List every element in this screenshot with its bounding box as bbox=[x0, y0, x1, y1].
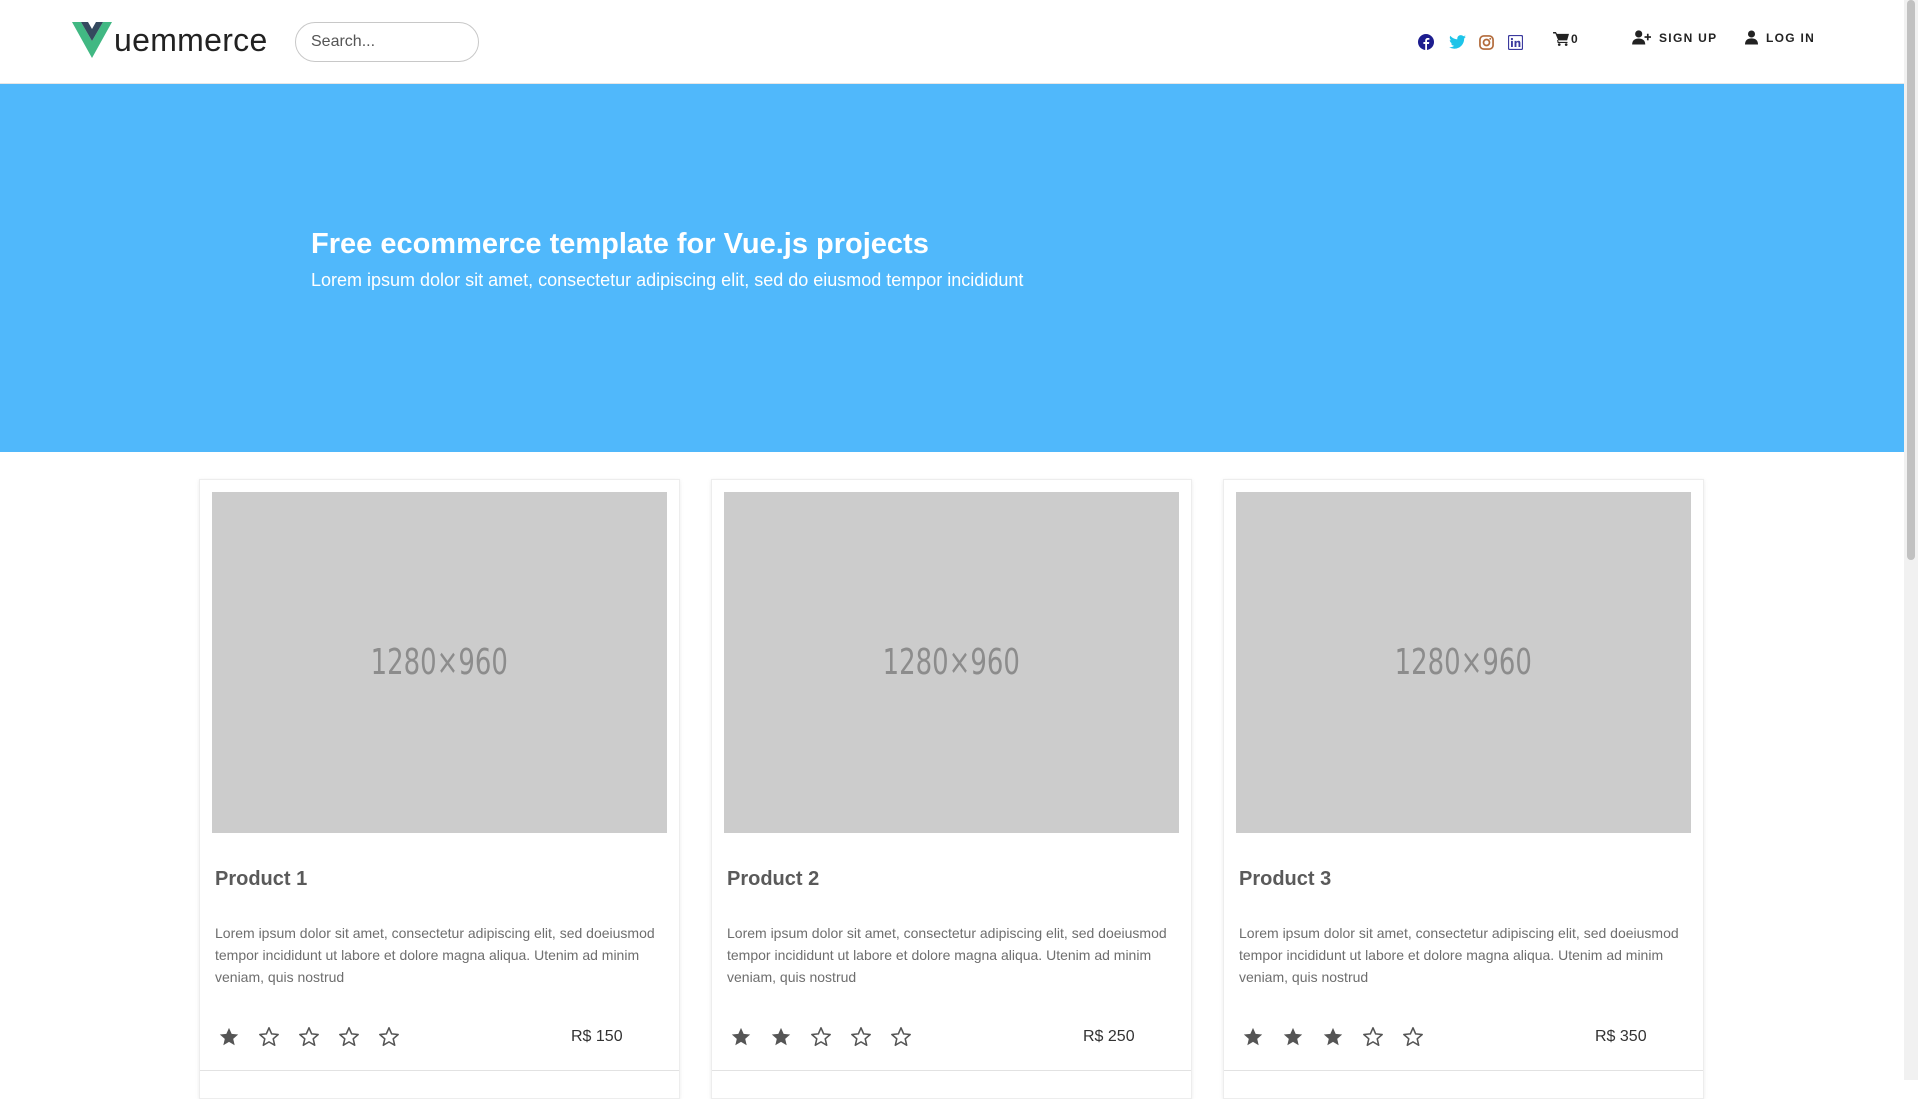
scrollbar-thumb[interactable] bbox=[1907, 0, 1915, 560]
user-icon bbox=[1745, 30, 1758, 45]
search-input[interactable] bbox=[295, 22, 479, 62]
star-outline-icon[interactable] bbox=[298, 1026, 320, 1048]
star-outline-icon[interactable] bbox=[378, 1026, 400, 1048]
star-filled-icon[interactable] bbox=[770, 1026, 792, 1048]
product-title[interactable]: Product 3 bbox=[1239, 868, 1331, 891]
product-image-label: 1280×960 bbox=[882, 642, 1021, 683]
star-rating[interactable] bbox=[730, 1026, 912, 1048]
star-outline-icon[interactable] bbox=[810, 1026, 832, 1048]
logo-text: uemmerce bbox=[114, 22, 268, 58]
product-description: Lorem ipsum dolor sit amet, consectetur … bbox=[727, 925, 1167, 985]
star-filled-icon[interactable] bbox=[1322, 1026, 1344, 1048]
sign-up-label: SIGN UP bbox=[1659, 30, 1718, 45]
star-filled-icon[interactable] bbox=[1282, 1026, 1304, 1048]
site-header: uemmerce 0 bbox=[0, 0, 1904, 84]
linkedin-icon[interactable] bbox=[1505, 32, 1525, 52]
product-description: Lorem ipsum dolor sit amet, consectetur … bbox=[215, 925, 655, 985]
star-outline-icon[interactable] bbox=[258, 1026, 280, 1048]
product-description: Lorem ipsum dolor sit amet, consectetur … bbox=[1239, 925, 1679, 985]
vue-logo-icon bbox=[72, 22, 112, 58]
sign-up-button[interactable]: SIGN UP bbox=[1632, 30, 1717, 45]
product-title[interactable]: Product 1 bbox=[215, 868, 307, 891]
star-filled-icon[interactable] bbox=[1242, 1026, 1264, 1048]
log-in-label: LOG IN bbox=[1766, 30, 1816, 45]
product-image-label: 1280×960 bbox=[1394, 642, 1533, 683]
instagram-icon[interactable] bbox=[1476, 32, 1496, 52]
product-price: R$ 150 bbox=[571, 1028, 623, 1045]
twitter-icon[interactable] bbox=[1447, 32, 1467, 52]
card-divider bbox=[200, 1070, 679, 1071]
star-outline-icon[interactable] bbox=[338, 1026, 360, 1048]
star-outline-icon[interactable] bbox=[1402, 1026, 1424, 1048]
cart-button[interactable]: 0 bbox=[1553, 31, 1578, 46]
facebook-icon[interactable] bbox=[1416, 32, 1436, 52]
cart-count: 0 bbox=[1571, 31, 1578, 46]
star-rating[interactable] bbox=[1242, 1026, 1424, 1048]
cart-icon bbox=[1553, 31, 1569, 46]
product-card[interactable]: 1280×960 Product 2 Lorem ipsum dolor sit… bbox=[711, 479, 1192, 1099]
product-image-label: 1280×960 bbox=[370, 642, 509, 683]
star-filled-icon[interactable] bbox=[218, 1026, 240, 1048]
page-scrollbar[interactable] bbox=[1904, 0, 1918, 1080]
product-card[interactable]: 1280×960 Product 1 Lorem ipsum dolor sit… bbox=[199, 479, 680, 1099]
card-divider bbox=[712, 1070, 1191, 1071]
product-image-placeholder[interactable]: 1280×960 bbox=[1236, 492, 1691, 833]
product-price: R$ 250 bbox=[1083, 1028, 1135, 1045]
star-outline-icon[interactable] bbox=[850, 1026, 872, 1048]
hero-subtitle: Lorem ipsum dolor sit amet, consectetur … bbox=[311, 270, 1024, 290]
star-rating[interactable] bbox=[218, 1026, 400, 1048]
hero-title: Free ecommerce template for Vue.js proje… bbox=[311, 228, 929, 260]
product-price: R$ 350 bbox=[1595, 1028, 1647, 1045]
log-in-button[interactable]: LOG IN bbox=[1745, 30, 1815, 45]
star-outline-icon[interactable] bbox=[890, 1026, 912, 1048]
product-title[interactable]: Product 2 bbox=[727, 868, 819, 891]
card-divider bbox=[1224, 1070, 1703, 1071]
add-user-icon bbox=[1632, 30, 1651, 45]
star-filled-icon[interactable] bbox=[730, 1026, 752, 1048]
logo[interactable]: uemmerce bbox=[72, 20, 268, 60]
product-image-placeholder[interactable]: 1280×960 bbox=[724, 492, 1179, 833]
product-card[interactable]: 1280×960 Product 3 Lorem ipsum dolor sit… bbox=[1223, 479, 1704, 1099]
star-outline-icon[interactable] bbox=[1362, 1026, 1384, 1048]
hero-banner: Free ecommerce template for Vue.js proje… bbox=[0, 84, 1904, 452]
product-image-placeholder[interactable]: 1280×960 bbox=[212, 492, 667, 833]
